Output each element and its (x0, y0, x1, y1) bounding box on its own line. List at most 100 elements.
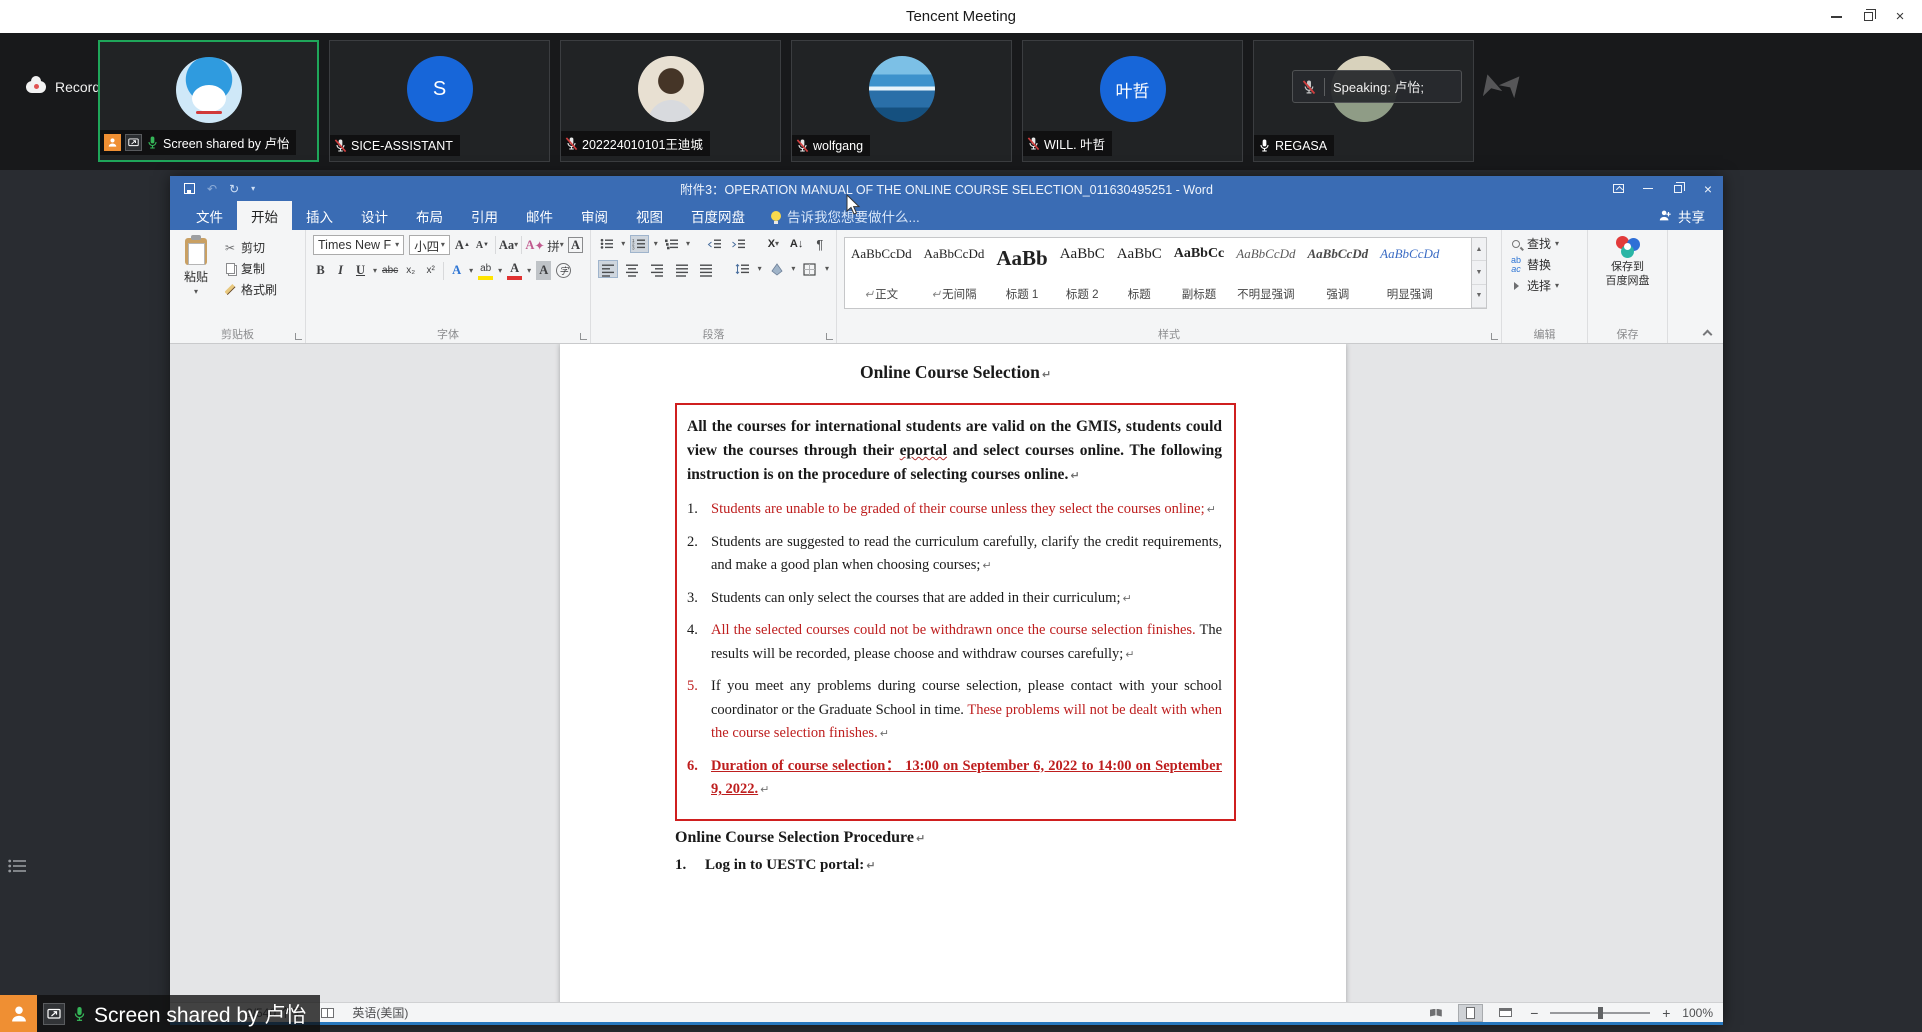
paste-button[interactable]: 粘贴 ▾ (177, 235, 215, 327)
styles-gallery-expand-icon[interactable]: ▼ (1472, 285, 1486, 308)
zoom-in-button[interactable]: + (1660, 1005, 1672, 1021)
redo-icon[interactable]: ↻ (229, 183, 239, 195)
read-mode-button[interactable] (1423, 1004, 1448, 1022)
zoom-level[interactable]: 100% (1682, 1006, 1713, 1020)
document-canvas[interactable]: Online Course Selection↵All the courses … (170, 344, 1723, 1002)
baidu-netdisk-icon[interactable] (1616, 236, 1640, 258)
style-副标题[interactable]: AaBbCc副标题 (1168, 238, 1231, 308)
line-spacing-button[interactable] (733, 260, 753, 278)
zoom-slider[interactable] (1550, 1012, 1650, 1014)
phonetic-guide-button[interactable]: 拼▾ (548, 236, 563, 255)
zoom-slider-thumb[interactable] (1598, 1007, 1603, 1019)
tab-开始[interactable]: 开始 (237, 201, 292, 230)
web-layout-button[interactable] (1493, 1004, 1518, 1022)
font-size-select[interactable]: 小四▾ (409, 235, 450, 255)
show-marks-button[interactable]: ¶ (811, 235, 829, 253)
word-minimize-button[interactable] (1633, 176, 1663, 201)
collapse-ribbon-icon[interactable] (1703, 330, 1713, 340)
tab-引用[interactable]: 引用 (457, 201, 512, 230)
justify-button[interactable] (672, 260, 692, 278)
style-正文[interactable]: AaBbCcDd↵正文 (845, 238, 918, 308)
style-不明显强调[interactable]: AaBbCcDd不明显强调 (1230, 238, 1301, 308)
underline-button[interactable]: U (353, 261, 368, 280)
grow-font-button[interactable]: A▲ (455, 236, 470, 255)
style-标题[interactable]: AaBbC标题 (1111, 238, 1168, 308)
align-left-button[interactable] (598, 260, 618, 278)
text-effects-button[interactable]: A (449, 261, 464, 280)
shrink-font-button[interactable]: A▼ (475, 236, 490, 255)
shading-button[interactable] (767, 260, 787, 278)
text-highlight-button[interactable]: ab (478, 261, 493, 280)
italic-button[interactable]: I (333, 261, 348, 280)
select-button[interactable]: 选择▾ (1509, 277, 1580, 294)
tab-插入[interactable]: 插入 (292, 201, 347, 230)
tab-设计[interactable]: 设计 (347, 201, 402, 230)
word-close-button[interactable]: × (1693, 176, 1723, 201)
tab-审阅[interactable]: 审阅 (567, 201, 622, 230)
replace-button[interactable]: abac替换 (1509, 256, 1580, 273)
align-right-button[interactable] (647, 260, 667, 278)
save-icon[interactable] (184, 183, 195, 194)
style-标题 1[interactable]: AaBb标题 1 (990, 238, 1053, 308)
participant-tile[interactable]: wolfgang (791, 40, 1012, 162)
increase-indent-button[interactable] (730, 235, 748, 253)
qat-customize-icon[interactable]: ▾ (251, 185, 255, 193)
share-button[interactable]: 共享 (1640, 201, 1723, 230)
numbering-button[interactable]: 123 (630, 235, 648, 253)
participant-tile[interactable]: 202224010101王迪城 (560, 40, 781, 162)
change-case-button[interactable]: Aa▾ (501, 236, 517, 255)
tab-文件[interactable]: 文件 (182, 201, 237, 230)
cut-button[interactable]: ✂剪切 (223, 239, 277, 256)
decrease-indent-button[interactable] (706, 235, 724, 253)
multilevel-list-button[interactable] (663, 235, 681, 253)
borders-button[interactable] (800, 260, 820, 278)
styles-dialog-launcher-icon[interactable] (1491, 333, 1498, 340)
enclose-characters-button[interactable]: 字 (556, 261, 571, 280)
tab-百度网盘[interactable]: 百度网盘 (677, 201, 759, 230)
style-明显强调[interactable]: AaBbCcDd明显强调 (1374, 238, 1445, 308)
clipboard-dialog-launcher-icon[interactable] (295, 333, 302, 340)
restore-button[interactable] (1852, 0, 1884, 33)
tab-布局[interactable]: 布局 (402, 201, 457, 230)
minimize-button[interactable] (1820, 0, 1852, 33)
strikethrough-button[interactable]: abc (382, 261, 398, 280)
participant-tile[interactable]: 叶哲WILL. 叶哲 (1022, 40, 1243, 162)
proofing-icon[interactable] (321, 1008, 334, 1018)
close-button[interactable]: × (1884, 0, 1916, 33)
asian-layout-button[interactable]: X▾ (764, 235, 782, 253)
bold-button[interactable]: B (313, 261, 328, 280)
format-painter-button[interactable]: 格式刷 (223, 281, 277, 298)
participant-tile[interactable]: Screen shared by 卢怡 (98, 40, 319, 162)
baidu-save-button[interactable]: 保存到百度网盘 (1606, 261, 1650, 289)
tab-视图[interactable]: 视图 (622, 201, 677, 230)
styles-scroll-down-icon[interactable]: ▼ (1472, 261, 1486, 284)
document-page[interactable]: Online Course Selection↵All the courses … (560, 344, 1346, 1002)
find-button[interactable]: 查找▾ (1509, 235, 1580, 252)
tab-邮件[interactable]: 邮件 (512, 201, 567, 230)
superscript-button[interactable]: x² (423, 261, 438, 280)
styles-gallery-scrollbar[interactable]: ▲ ▼ ▼ (1472, 237, 1487, 309)
ribbon-display-options-button[interactable] (1603, 176, 1633, 201)
paragraph-dialog-launcher-icon[interactable] (826, 333, 833, 340)
font-family-select[interactable]: Times New F▾ (313, 235, 404, 255)
font-color-button[interactable]: A (507, 261, 522, 280)
copy-button[interactable]: 复制 (223, 260, 277, 277)
style-无间隔[interactable]: AaBbCcDd↵无间隔 (918, 238, 991, 308)
styles-scroll-up-icon[interactable]: ▲ (1472, 238, 1486, 261)
panel-toggle-icon[interactable] (8, 858, 28, 879)
distribute-button[interactable] (697, 260, 717, 278)
style-强调[interactable]: AaBbCcDd强调 (1301, 238, 1374, 308)
participant-tile[interactable]: SSICE-ASSISTANT (329, 40, 550, 162)
character-border-button[interactable]: A (568, 237, 583, 253)
word-restore-button[interactable] (1663, 176, 1693, 201)
clear-formatting-button[interactable]: A✦ (527, 236, 543, 255)
print-layout-button[interactable] (1458, 1004, 1483, 1022)
style-标题 2[interactable]: AaBbC标题 2 (1054, 238, 1111, 308)
font-dialog-launcher-icon[interactable] (580, 333, 587, 340)
language-status[interactable]: 英语(美国) (352, 1004, 408, 1021)
sort-button[interactable]: A↓ (788, 235, 806, 253)
undo-icon[interactable]: ↶ (207, 183, 217, 195)
align-center-button[interactable] (623, 260, 643, 278)
character-shading-button[interactable]: A (536, 261, 551, 280)
bullets-button[interactable] (598, 235, 616, 253)
